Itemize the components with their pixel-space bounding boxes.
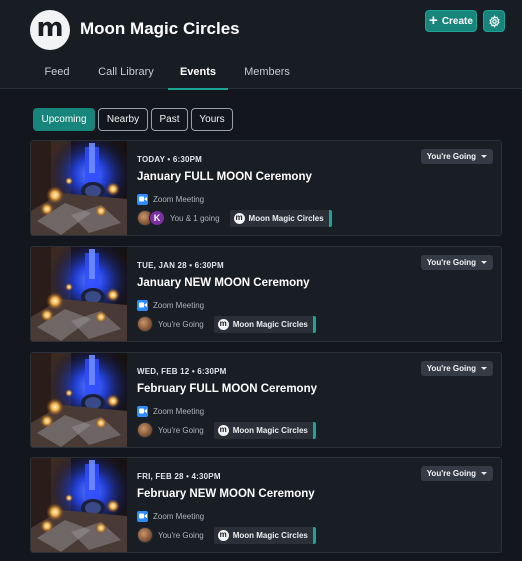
group-chip[interactable]: m Moon Magic Circles bbox=[229, 209, 332, 227]
avatar: K bbox=[149, 210, 165, 226]
avatar bbox=[137, 527, 153, 543]
meeting-label: Zoom Meeting bbox=[153, 300, 205, 310]
event-card[interactable]: TUE, JAN 28 • 6:30PM January NEW MOON Ce… bbox=[30, 246, 502, 342]
group-chip[interactable]: m Moon Magic Circles bbox=[213, 421, 316, 439]
filter-yours[interactable]: Yours bbox=[191, 108, 233, 131]
group-logo-icon: m bbox=[217, 318, 229, 330]
event-thumbnail bbox=[31, 353, 127, 447]
event-date: TODAY • 6:30PM bbox=[137, 155, 203, 164]
meeting-label: Zoom Meeting bbox=[153, 511, 205, 521]
attendance-text: You're Going bbox=[158, 425, 204, 435]
event-title[interactable]: January FULL MOON Ceremony bbox=[137, 171, 312, 183]
group-logo-icon: m bbox=[217, 529, 229, 541]
meeting-type: Zoom Meeting bbox=[137, 193, 204, 205]
meeting-type: Zoom Meeting bbox=[137, 299, 204, 311]
tab-label: Feed bbox=[44, 66, 70, 78]
event-card[interactable]: TODAY • 6:30PM January FULL MOON Ceremon… bbox=[30, 140, 502, 236]
event-date: TUE, JAN 28 • 6:30PM bbox=[137, 261, 224, 270]
filter-nearby[interactable]: Nearby bbox=[98, 108, 148, 131]
event-thumbnail bbox=[31, 141, 127, 235]
event-date: FRI, FEB 28 • 4:30PM bbox=[137, 472, 221, 481]
event-date: WED, FEB 12 • 6:30PM bbox=[137, 367, 227, 376]
rsvp-label: You're Going bbox=[426, 469, 476, 478]
rsvp-label: You're Going bbox=[426, 258, 476, 267]
group-chip-label: Moon Magic Circles bbox=[248, 213, 324, 223]
logo-letter: m bbox=[36, 13, 64, 43]
tab-label: Members bbox=[244, 66, 290, 78]
attendance-row: You're Going m Moon Magic Circles bbox=[137, 526, 316, 544]
rsvp-dropdown[interactable]: You're Going bbox=[420, 361, 493, 376]
avatar bbox=[137, 316, 153, 332]
meeting-type: Zoom Meeting bbox=[137, 405, 204, 417]
avatar bbox=[137, 422, 153, 438]
settings-button[interactable] bbox=[483, 10, 505, 32]
tab-label: Events bbox=[179, 66, 217, 78]
meeting-type: Zoom Meeting bbox=[137, 510, 204, 522]
tab-label: Call Library bbox=[98, 66, 154, 78]
video-camera-icon bbox=[137, 299, 148, 311]
group-logo[interactable]: m bbox=[30, 10, 70, 50]
video-camera-icon bbox=[137, 510, 148, 522]
group-header: m Moon Magic Circles + Create Feed Call … bbox=[0, 0, 522, 90]
video-camera-icon bbox=[137, 193, 148, 205]
filter-past[interactable]: Past bbox=[151, 108, 188, 131]
event-title[interactable]: February NEW MOON Ceremony bbox=[137, 488, 315, 500]
group-chip[interactable]: m Moon Magic Circles bbox=[213, 315, 316, 333]
caret-down-icon bbox=[481, 472, 487, 475]
filter-upcoming[interactable]: Upcoming bbox=[33, 108, 95, 131]
create-button-label: Create bbox=[441, 15, 473, 27]
nav-tabs: Feed Call Library Events Members bbox=[0, 62, 522, 90]
group-chip-label: Moon Magic Circles bbox=[232, 425, 308, 435]
filter-label: Upcoming bbox=[41, 114, 87, 125]
rsvp-dropdown[interactable]: You're Going bbox=[420, 466, 493, 481]
tab-call-library[interactable]: Call Library bbox=[94, 62, 158, 89]
rsvp-label: You're Going bbox=[426, 364, 476, 373]
group-chip-label: Moon Magic Circles bbox=[232, 319, 308, 329]
group-logo-icon: m bbox=[233, 212, 245, 224]
tab-feed[interactable]: Feed bbox=[38, 62, 76, 89]
event-thumbnail bbox=[31, 458, 127, 552]
caret-down-icon bbox=[481, 261, 487, 264]
caret-down-icon bbox=[481, 367, 487, 370]
rsvp-dropdown[interactable]: You're Going bbox=[420, 149, 493, 164]
caret-down-icon bbox=[481, 155, 487, 158]
group-chip[interactable]: m Moon Magic Circles bbox=[213, 526, 316, 544]
rsvp-dropdown[interactable]: You're Going bbox=[420, 255, 493, 270]
group-chip-label: Moon Magic Circles bbox=[232, 530, 308, 540]
meeting-label: Zoom Meeting bbox=[153, 194, 205, 204]
event-card[interactable]: FRI, FEB 28 • 4:30PM February NEW MOON C… bbox=[30, 457, 502, 553]
rsvp-label: You're Going bbox=[426, 152, 476, 161]
create-button[interactable]: + Create bbox=[425, 10, 477, 32]
group-logo-icon: m bbox=[217, 424, 229, 436]
plus-icon: + bbox=[429, 12, 438, 29]
attendance-text: You & 1 going bbox=[170, 213, 220, 223]
filter-label: Nearby bbox=[106, 114, 140, 125]
event-card[interactable]: WED, FEB 12 • 6:30PM February FULL MOON … bbox=[30, 352, 502, 448]
meeting-label: Zoom Meeting bbox=[153, 406, 205, 416]
attendance-row: K You & 1 going m Moon Magic Circles bbox=[137, 209, 332, 227]
attendance-row: You're Going m Moon Magic Circles bbox=[137, 421, 316, 439]
attendance-text: You're Going bbox=[158, 530, 204, 540]
page-title: Moon Magic Circles bbox=[80, 19, 240, 38]
event-thumbnail bbox=[31, 247, 127, 341]
attendance-row: You're Going m Moon Magic Circles bbox=[137, 315, 316, 333]
event-title[interactable]: January NEW MOON Ceremony bbox=[137, 277, 310, 289]
gear-icon bbox=[488, 14, 500, 28]
video-camera-icon bbox=[137, 405, 148, 417]
tab-events[interactable]: Events bbox=[168, 62, 228, 90]
attendance-text: You're Going bbox=[158, 319, 204, 329]
filter-label: Yours bbox=[199, 114, 225, 125]
event-title[interactable]: February FULL MOON Ceremony bbox=[137, 383, 317, 395]
tab-members[interactable]: Members bbox=[238, 62, 296, 89]
filter-label: Past bbox=[159, 114, 180, 125]
